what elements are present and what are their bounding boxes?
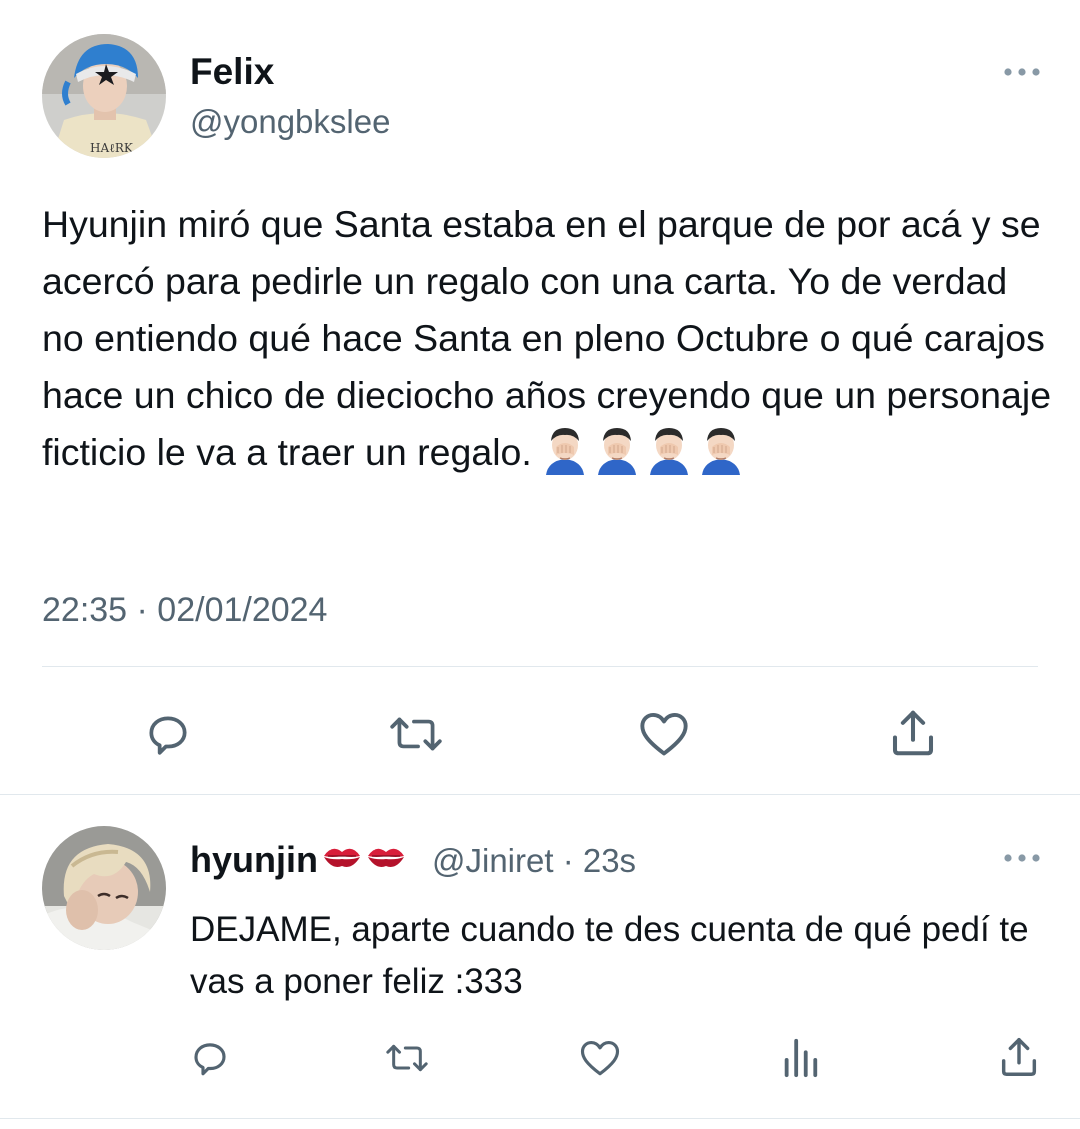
reply-text: DEJAME, aparte cuando te des cuenta de q… [190, 910, 1029, 1001]
like-icon[interactable] [636, 706, 692, 762]
hyunjin-avatar[interactable] [42, 826, 166, 950]
felix-avatar[interactable]: HAℓRK [42, 34, 166, 158]
tweet-timestamp[interactable]: 22:35 · 02/01/2024 [42, 588, 327, 632]
person-facepalming-emoji [597, 428, 636, 475]
author-name[interactable]: Felix [190, 50, 274, 94]
reply-icon[interactable] [140, 706, 196, 762]
person-facepalming-emoji [545, 428, 584, 475]
reply-handle-time[interactable]: @Jiniret · 23s [432, 840, 636, 882]
author-handle[interactable]: @yongbkslee [190, 102, 390, 142]
tweet-text: Hyunjin miró que Santa estaba en el parq… [42, 196, 1052, 481]
like-icon[interactable] [576, 1036, 624, 1080]
more-options-icon[interactable] [1002, 852, 1042, 864]
person-facepalming-emoji [701, 428, 740, 475]
bottom-divider [0, 1118, 1080, 1119]
reply-icon[interactable] [186, 1034, 234, 1082]
more-options-icon[interactable] [1002, 66, 1042, 78]
reply-author[interactable]: hyunjin [190, 838, 406, 882]
retweet-icon[interactable] [386, 706, 446, 762]
views-icon[interactable] [776, 1034, 824, 1082]
person-facepalming-emoji [649, 428, 688, 475]
share-icon[interactable] [994, 1032, 1044, 1082]
kiss-mark-icon [322, 838, 362, 882]
svg-text:HAℓRK: HAℓRK [90, 141, 134, 155]
kiss-mark-icon [366, 838, 406, 882]
divider [42, 666, 1038, 667]
retweet-icon[interactable] [382, 1036, 432, 1080]
facepalm-emoji-group [540, 425, 746, 475]
share-icon[interactable] [884, 704, 942, 762]
section-divider [0, 794, 1080, 795]
reply-author-name[interactable]: hyunjin [190, 838, 318, 882]
